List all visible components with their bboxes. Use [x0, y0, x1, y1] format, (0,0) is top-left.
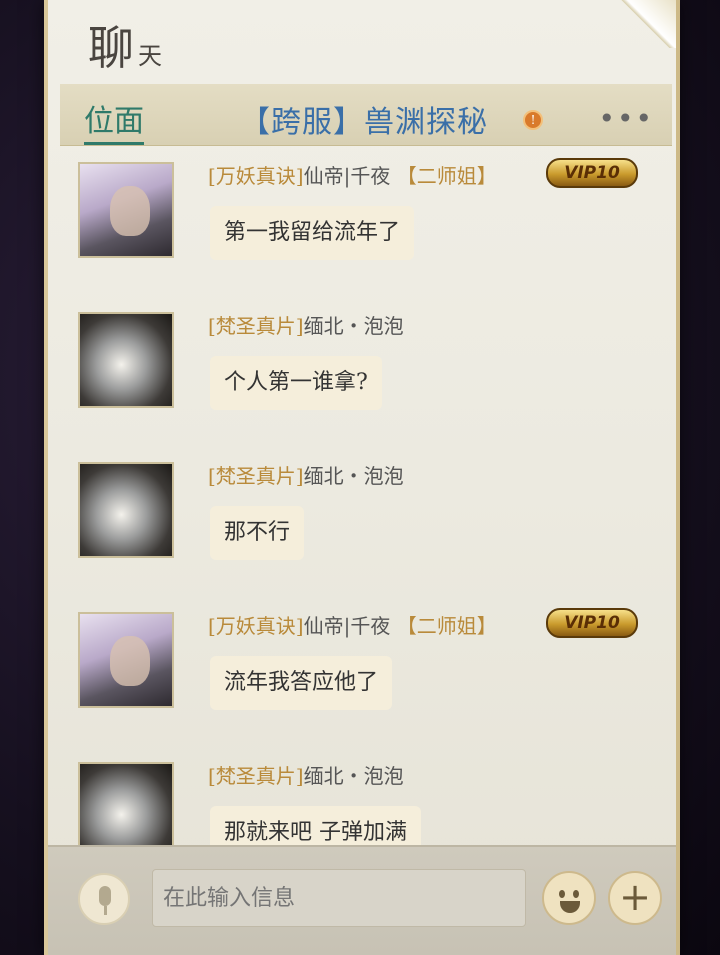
- microphone-icon[interactable]: [78, 873, 130, 925]
- more-button[interactable]: •••: [598, 102, 654, 135]
- guild-tag: [梵圣真片]: [208, 314, 304, 338]
- panel-title: 聊天: [88, 12, 164, 78]
- page-curl: [616, 0, 676, 48]
- avatar[interactable]: [78, 162, 174, 258]
- sender-name: 缅北・泡泡: [303, 314, 404, 338]
- message-bubble[interactable]: 个人第一谁拿?: [210, 356, 382, 410]
- sender-name: 仙帝|千夜: [303, 164, 391, 188]
- guild-tag: [万妖真诀]: [208, 164, 304, 188]
- message-input[interactable]: [152, 869, 526, 927]
- message-bubble[interactable]: 那不行: [210, 506, 305, 560]
- sender-name: 缅北・泡泡: [303, 764, 404, 788]
- sender-name: 缅北・泡泡: [303, 464, 404, 488]
- sender-name: 仙帝|千夜: [303, 614, 391, 638]
- avatar[interactable]: [78, 312, 174, 408]
- avatar[interactable]: [78, 612, 174, 708]
- avatar[interactable]: [78, 462, 174, 558]
- message-bubble[interactable]: 第一我留给流年了: [210, 206, 415, 260]
- sender-title: 【二师姐】: [396, 164, 497, 188]
- input-bar: +: [48, 845, 676, 955]
- sender-line[interactable]: [万妖真诀]仙帝|千夜 【二师姐】: [208, 160, 497, 189]
- message-list[interactable]: [万妖真诀]仙帝|千夜 【二师姐】 VIP10 第一我留给流年了 [梵圣真片]缅…: [48, 150, 676, 850]
- avatar[interactable]: [78, 762, 174, 850]
- info-icon[interactable]: !: [523, 110, 543, 130]
- channel-title[interactable]: 【跨服】兽渊探秘: [240, 97, 488, 141]
- panel-title-main: 聊: [88, 21, 136, 75]
- emoji-icon[interactable]: [542, 871, 596, 925]
- plus-icon[interactable]: +: [608, 871, 662, 925]
- message-bubble[interactable]: 那就来吧 子弹加满: [210, 806, 421, 850]
- sender-line[interactable]: [梵圣真片]缅北・泡泡: [208, 310, 404, 339]
- channel-bar: 位面 【跨服】兽渊探秘 ! •••: [60, 84, 672, 146]
- vip-badge: VIP10: [546, 608, 638, 638]
- sender-line[interactable]: [万妖真诀]仙帝|千夜 【二师姐】: [208, 610, 497, 639]
- sender-line[interactable]: [梵圣真片]缅北・泡泡: [208, 760, 404, 789]
- panel-title-sub: 天: [138, 42, 164, 70]
- guild-tag: [梵圣真片]: [208, 764, 304, 788]
- sender-title: 【二师姐】: [396, 614, 497, 638]
- guild-tag: [梵圣真片]: [208, 464, 304, 488]
- chat-panel: 聊天 位面 【跨服】兽渊探秘 ! ••• [万妖真诀]仙帝|千夜 【二师姐】 V…: [44, 0, 680, 955]
- tab-plane[interactable]: 位面: [84, 96, 144, 145]
- guild-tag: [万妖真诀]: [208, 614, 304, 638]
- message-bubble[interactable]: 流年我答应他了: [210, 656, 393, 710]
- sender-line[interactable]: [梵圣真片]缅北・泡泡: [208, 460, 404, 489]
- vip-badge: VIP10: [546, 158, 638, 188]
